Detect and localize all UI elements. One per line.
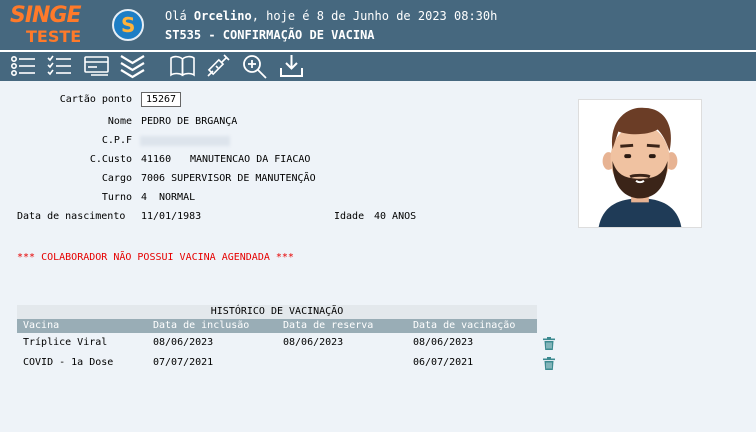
cost-center-code: 41160 [141,154,172,165]
role-label: Cargo [101,173,132,184]
history-header-row: Vacina Data de inclusão Data de reserva … [17,319,537,333]
brand-name: SINGE [10,3,82,28]
chevrons-down-icon[interactable] [119,53,146,79]
greeting: Olá Orcelino, hoje é 8 de Junho de 2023 … [165,9,498,23]
brand-env: TESTE [26,27,82,46]
cell-vacina: Tríplice Viral [23,337,108,348]
table-row[interactable]: Tríplice Viral 08/06/2023 08/06/2023 08/… [17,333,555,353]
download-icon[interactable] [278,53,305,79]
cost-center-label: C.Custo [89,154,132,165]
cell-data-vacinacao: 06/07/2021 [413,357,474,368]
employee-photo [578,99,702,228]
cost-center-name: MANUTENCAO DA FIACAO [190,154,311,165]
cell-data-vacinacao: 08/06/2023 [413,337,474,348]
list-icon[interactable] [10,53,37,79]
singe-logo: SINGE TESTE [10,3,105,47]
syringe-icon[interactable] [205,53,232,79]
cell-vacina: COVID - 1a Dose [23,357,114,368]
birth-value: 11/01/1983 [141,211,202,222]
age-value: 40 ANOS [374,211,417,222]
user-name: Orcelino [193,9,252,23]
shift-name: NORMAL [159,192,196,203]
card-icon[interactable] [83,53,110,79]
cpf-value-redacted [140,136,230,146]
app-header: SINGE TESTE S Olá Orcelino, hoje é 8 de … [0,0,756,50]
role-value: 7006 SUPERVISOR DE MANUTENÇÃO [141,173,316,184]
shift-code: 4 [141,192,148,203]
company-logo-icon: S [112,9,144,41]
card-label: Cartão ponto [59,94,132,105]
cell-data-inclusao: 07/07/2021 [153,357,214,368]
trash-icon[interactable] [543,337,555,350]
col-data-vacinacao: Data de vacinação [413,320,516,331]
birth-label: Data de nascimento [17,211,126,222]
trash-icon[interactable] [543,357,555,370]
card-field[interactable]: 15267 [141,92,181,107]
col-data-reserva: Data de reserva [283,320,374,331]
shift-label: Turno [101,192,132,203]
vaccination-history-table: HISTÓRICO DE VACINAÇÃO Vacina Data de in… [17,305,555,373]
cell-data-reserva: 08/06/2023 [283,337,344,348]
name-label: Nome [107,116,132,127]
col-vacina: Vacina [23,320,60,331]
cell-data-inclusao: 08/06/2023 [153,337,214,348]
book-icon[interactable] [169,53,196,79]
name-value: PEDRO DE BRGANÇA [141,116,238,127]
zoom-in-icon[interactable] [241,53,268,79]
age-label: Idade [334,211,365,222]
history-title: HISTÓRICO DE VACINAÇÃO [17,305,537,319]
checklist-icon[interactable] [46,53,73,79]
col-data-inclusao: Data de inclusão [153,320,250,331]
table-row[interactable]: COVID - 1a Dose 07/07/2021 06/07/2021 [17,353,555,373]
screen-title: ST535 - CONFIRMAÇÃO DE VACINA [165,28,375,42]
no-vaccine-alert: *** COLABORADOR NÃO POSSUI VACINA AGENDA… [17,252,294,263]
cpf-label: C.P.F [101,135,132,146]
toolbar [0,52,756,81]
